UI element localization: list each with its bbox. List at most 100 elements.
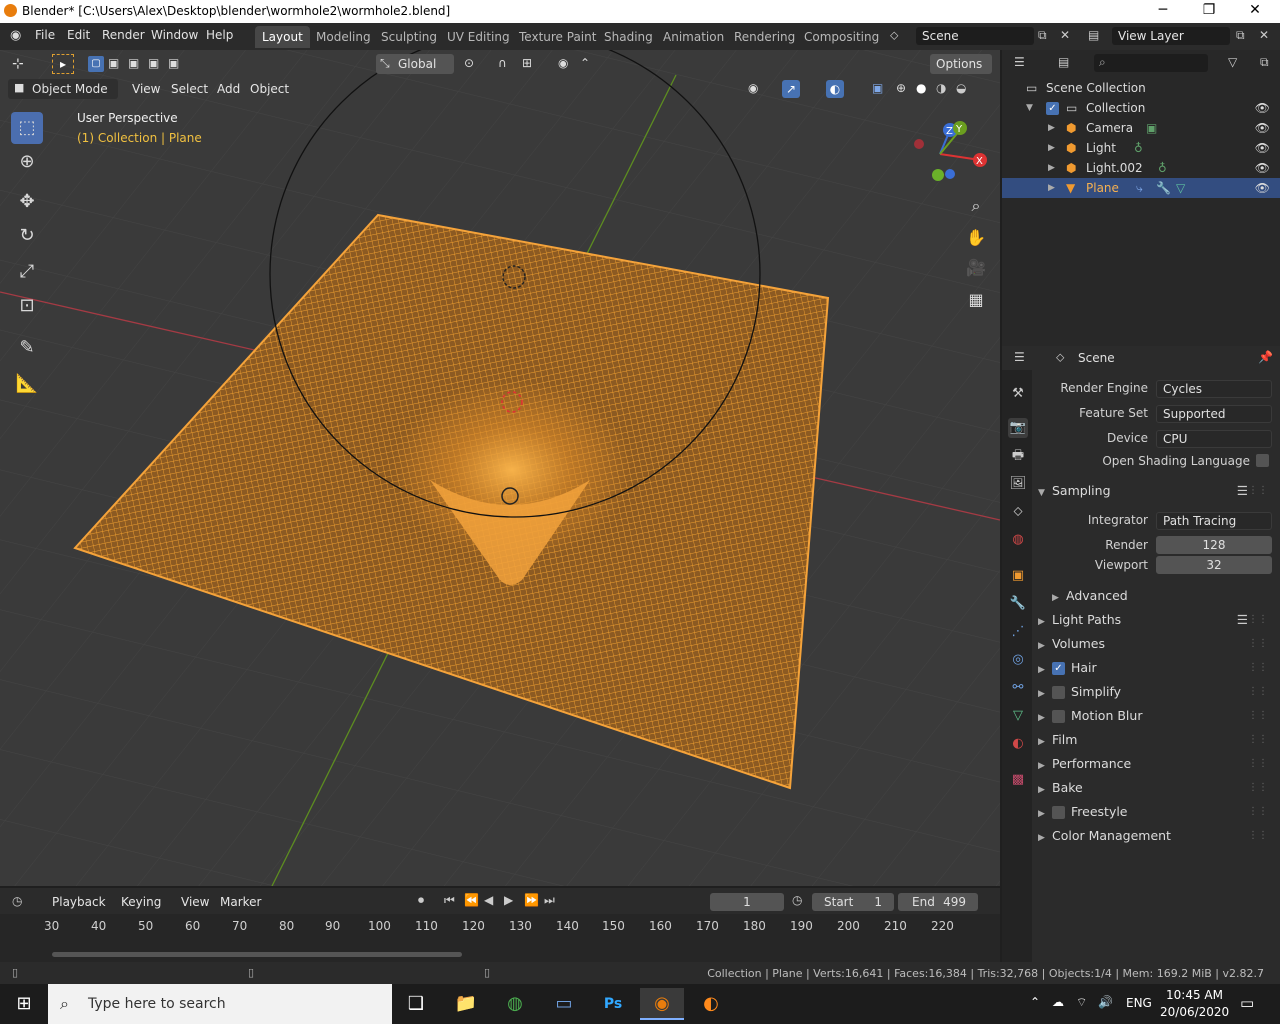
pin-icon[interactable]: 📌 — [1258, 350, 1273, 364]
constraints-tab-icon[interactable]: ⚯ — [1008, 678, 1028, 698]
drag-handle-icon[interactable]: ⋮⋮ — [1248, 705, 1268, 727]
photoshop-icon[interactable]: Ps — [591, 988, 635, 1020]
texture-tab-icon[interactable]: ▩ — [1008, 770, 1028, 790]
integrator-dropdown[interactable]: Path Tracing — [1156, 512, 1272, 530]
navigation-gizmo[interactable]: X Z Y — [910, 120, 1000, 200]
desktop-app-icon[interactable]: ▭ — [542, 988, 586, 1020]
gizmo-toggle-icon[interactable]: ↗ — [782, 80, 800, 98]
outliner-item-plane[interactable]: ▶ ▼ Plane ⤷ 🔧 ▽ 👁 — [1002, 178, 1280, 198]
drag-handle-icon[interactable]: ⋮⋮ — [1248, 633, 1268, 655]
display-mode-icon[interactable]: ▤ — [1058, 55, 1069, 69]
outliner-item-camera[interactable]: ▶ ⬢ Camera ▣ 👁 — [1002, 118, 1280, 138]
material-tab-icon[interactable]: ◐ — [1008, 734, 1028, 754]
menu-edit[interactable]: Edit — [67, 28, 90, 42]
collection-checkbox[interactable]: ✓ — [1046, 102, 1059, 115]
expand-arrow-icon[interactable]: ▶ — [1048, 158, 1055, 178]
new-view-layer-icon[interactable]: ⧉ — [1236, 28, 1245, 43]
tab-compositing[interactable]: Compositing — [797, 26, 886, 48]
advanced-subpanel[interactable]: ▶ Advanced — [1052, 585, 1274, 607]
drag-handle-icon[interactable]: ⋮⋮ — [1248, 825, 1268, 847]
object-tab-icon[interactable]: ▣ — [1008, 566, 1028, 586]
tab-shading[interactable]: Shading — [597, 26, 660, 48]
motion-blur-panel[interactable]: ▶ Motion Blur ⋮⋮ — [1038, 705, 1274, 727]
outliner-scene-collection[interactable]: ▭ Scene Collection — [1002, 78, 1280, 98]
play-reverse-icon[interactable]: ◀ — [484, 893, 493, 907]
maximize-button[interactable]: ❐ — [1194, 2, 1224, 18]
notifications-icon[interactable]: ▭ — [1240, 994, 1254, 1012]
visibility-eye-icon[interactable]: 👁 — [1255, 98, 1270, 118]
tab-modeling[interactable]: Modeling — [309, 26, 378, 48]
select-mode-intersect-icon[interactable]: ▣ — [168, 56, 179, 70]
file-explorer-icon[interactable]: 📁 — [444, 988, 488, 1020]
ortho-toggle-icon[interactable]: ▦ — [962, 286, 990, 314]
light-data-icon[interactable]: ♁ — [1134, 138, 1143, 158]
tool-cursor-icon[interactable]: ⊕ — [11, 146, 43, 178]
viewport-menu-add[interactable]: Add — [217, 82, 240, 96]
chrome-icon[interactable]: ◍ — [493, 988, 537, 1020]
current-frame-field[interactable]: 1 — [710, 893, 784, 911]
options-dropdown[interactable]: Options — [930, 54, 992, 74]
tab-rendering[interactable]: Rendering — [727, 26, 802, 48]
tab-uv-editing[interactable]: UV Editing — [440, 26, 517, 48]
new-collection-icon[interactable]: ⧉ — [1260, 55, 1269, 70]
close-window-button[interactable]: ✕ — [1240, 2, 1270, 18]
visibility-selectability-icon[interactable]: ◉ — [748, 81, 758, 95]
physics-tab-icon[interactable]: ◎ — [1008, 650, 1028, 670]
snap-toggle-icon[interactable]: ∩ — [498, 56, 507, 70]
shading-material-icon[interactable]: ◑ — [936, 81, 946, 95]
viewport-menu-object[interactable]: Object — [250, 82, 289, 96]
proportional-falloff-icon[interactable]: ⌃ — [580, 56, 590, 70]
windows-start-icon[interactable]: ⊞ — [2, 988, 46, 1020]
scene-tab-icon[interactable]: ⬦ — [1008, 502, 1028, 522]
light-data-icon[interactable]: ♁ — [1158, 158, 1167, 178]
simplify-panel[interactable]: ▶ Simplify ⋮⋮ — [1038, 681, 1274, 703]
visibility-eye-icon[interactable]: 👁 — [1255, 158, 1270, 178]
jump-next-keyframe-icon[interactable]: ⏩ — [524, 893, 539, 907]
viewport-menu-select[interactable]: Select — [171, 82, 208, 96]
outliner-collection[interactable]: ▼ ✓ ▭ Collection 👁 — [1002, 98, 1280, 118]
select-mode-set-icon[interactable]: ▢ — [88, 56, 104, 72]
hair-checkbox[interactable]: ✓ — [1052, 662, 1065, 675]
tab-texture-paint[interactable]: Texture Paint — [512, 26, 603, 48]
filter-icon[interactable]: ▽ — [1228, 55, 1237, 69]
view-layer-field[interactable]: View Layer — [1112, 27, 1230, 45]
jump-start-icon[interactable]: ⏮ — [444, 893, 455, 908]
shading-wireframe-icon[interactable]: ⊕ — [896, 81, 906, 95]
tab-layout[interactable]: Layout — [255, 26, 310, 48]
expand-arrow-icon[interactable]: ▶ — [1048, 118, 1055, 138]
outliner-editor-type-icon[interactable]: ☰ — [1014, 55, 1025, 69]
color-management-panel[interactable]: ▶ Color Management ⋮⋮ — [1038, 825, 1274, 847]
record-keyframes-icon[interactable]: ⏺ — [418, 893, 424, 908]
freestyle-panel[interactable]: ▶ Freestyle ⋮⋮ — [1038, 801, 1274, 823]
end-frame-field[interactable]: End 499 — [898, 893, 978, 911]
viewport-menu-view[interactable]: View — [132, 82, 160, 96]
tab-sculpting[interactable]: Sculpting — [374, 26, 444, 48]
new-scene-icon[interactable]: ⧉ — [1038, 28, 1047, 43]
pivot-point-icon[interactable]: ⊙ — [464, 56, 474, 70]
viewport-samples-field[interactable]: 32 — [1156, 556, 1272, 574]
modifier-tab-icon[interactable]: 🔧 — [1008, 594, 1028, 614]
outliner-search-input[interactable]: ⌕ — [1094, 54, 1208, 72]
jump-end-icon[interactable]: ⏭ — [544, 893, 555, 908]
visibility-eye-icon[interactable]: 👁 — [1255, 178, 1270, 198]
presets-icon[interactable]: ☰ — [1237, 609, 1248, 631]
tray-overflow-icon[interactable]: ⌃ — [1030, 995, 1040, 1009]
wrench-icon[interactable]: 🔧 — [1156, 178, 1171, 198]
film-panel[interactable]: ▶ Film ⋮⋮ — [1038, 729, 1274, 751]
visibility-eye-icon[interactable]: 👁 — [1255, 118, 1270, 138]
snap-element-icon[interactable]: ⊞ — [522, 56, 532, 70]
keying-dropdown[interactable]: Keying — [121, 895, 161, 909]
delete-view-layer-icon[interactable]: ✕ — [1259, 28, 1269, 42]
view-layer-tab-icon[interactable]: 🖼 — [1008, 474, 1028, 494]
shading-solid-icon[interactable]: ● — [916, 81, 926, 95]
playback-dropdown[interactable]: Playback — [52, 895, 106, 909]
3d-viewport[interactable]: ⊹ ▸ ▢ ▣ ▣ ▣ ▣ Global ⤡ ⊙ ∩ ⊞ ◉ ⌃ Options… — [0, 50, 1000, 886]
tool-scale-icon[interactable]: ⤢ — [11, 256, 43, 288]
outliner-item-light[interactable]: ▶ ⬢ Light ♁ 👁 — [1002, 138, 1280, 158]
menu-render[interactable]: Render — [102, 28, 145, 42]
proportional-edit-icon[interactable]: ◉ — [558, 56, 568, 70]
collapse-arrow-icon[interactable]: ▼ — [1026, 98, 1033, 118]
blender-menu-icon[interactable]: ◉ — [10, 28, 21, 43]
camera-view-icon[interactable]: 🎥 — [962, 254, 990, 282]
drag-handle-icon[interactable]: ⋮⋮ — [1248, 657, 1268, 679]
